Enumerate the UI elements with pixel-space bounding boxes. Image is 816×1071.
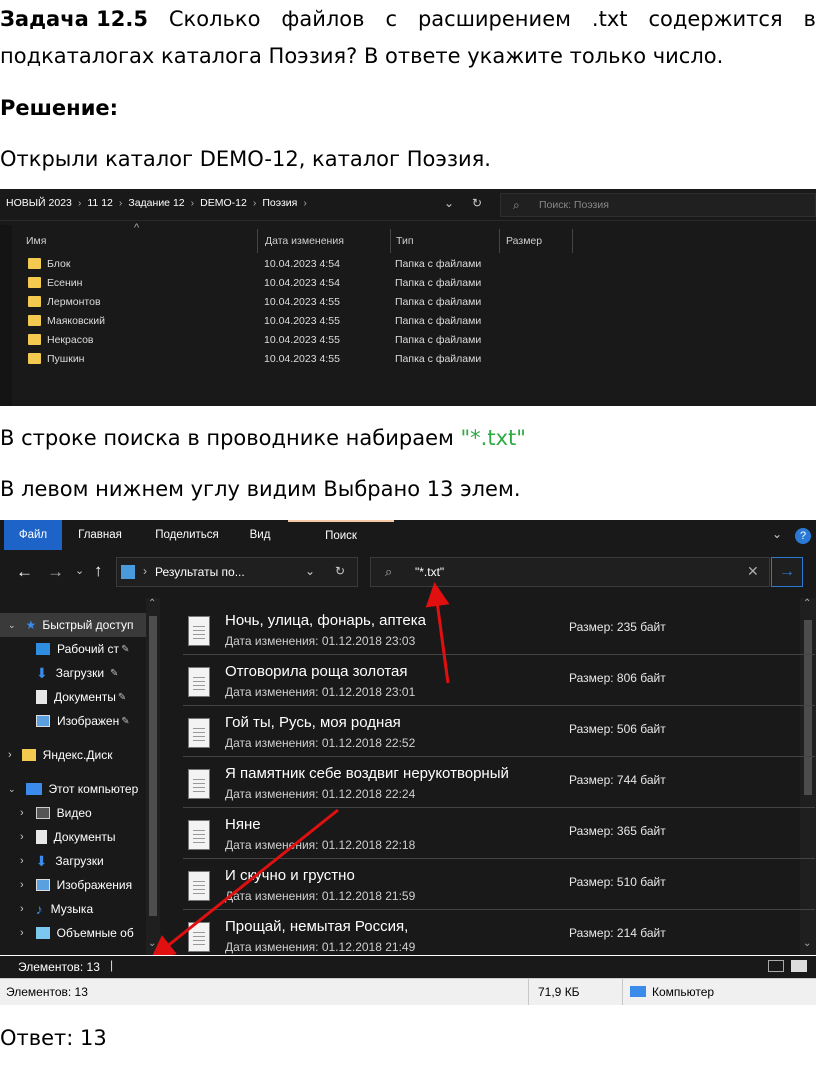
status-location: Компьютер [652,985,715,999]
column-divider[interactable] [499,229,500,253]
step-2-query: "*.txt" [460,426,526,450]
folder-row[interactable]: Пушкин 10.04.2023 4:55 Папка с файлами [28,349,588,368]
explorer-poetry-window: НОВЫЙ 2023 › 11 12 › Задание 12 › DEMO-12 › … [0,189,816,406]
chevron-right-icon: › [252,197,257,209]
folder-name: Маяковский [47,314,105,327]
chevron-right-icon: › [190,197,195,209]
task-word: .txt [591,7,628,31]
task-word: содержится [648,7,783,31]
computer-icon [630,986,646,997]
column-divider[interactable] [572,229,573,253]
column-divider[interactable] [390,229,391,253]
nav-pane-edge [0,225,12,406]
status-bar-light: Элементов: 13 71,9 КБ Компьютер [0,978,816,1005]
folder-list: Блок 10.04.2023 4:54 Папка с файлами Есени… [28,254,588,368]
task-word: файлов [281,7,365,31]
folder-name: Есенин [47,276,83,289]
chevron-right-icon: › [118,197,123,209]
task-word: расширением [417,7,571,31]
step-2-prefix: В строке поиска в проводнике набираем [0,426,461,450]
folder-row[interactable]: Лермонтов 10.04.2023 4:55 Папка с файлами [28,292,588,311]
folder-row[interactable]: Блок 10.04.2023 4:54 Папка с файлами [28,254,588,273]
task-line-1: Задача 12.5 Сколько файлов с расширением… [0,6,816,32]
status-count: Элементов: 13 [6,985,88,999]
column-size[interactable]: Размер [506,235,542,255]
folder-row[interactable]: Некрасов 10.04.2023 4:55 Папка с файлами [28,330,588,349]
step-3-text: В левом нижнем углу видим Выбрано 13 эле… [0,477,521,501]
task-word: с [385,7,397,31]
chevron-right-icon: › [77,197,82,209]
address-bar: НОВЫЙ 2023 › 11 12 › Задание 12 › DEMO-12 › … [0,189,816,221]
tiles-view-icon[interactable] [791,960,807,972]
folder-row[interactable]: Маяковский 10.04.2023 4:55 Папка с файлами [28,311,588,330]
step-2-text: В строке поиска в проводнике набираем "*… [0,425,526,451]
folder-name: Пушкин [47,352,85,365]
folder-name: Лермонтов [47,295,101,308]
folder-date: 10.04.2023 4:54 [264,257,340,270]
folder-icon [28,353,41,364]
explorer-search-window: Файл Главная Поделиться Вид Поиск ⌄ ? ← … [0,520,816,955]
item-count: Элементов: 13 [18,960,100,974]
task-line-2: подкаталогах каталога Поэзия? В ответе у… [0,44,724,68]
step-1-text: Открыли каталог DEMO-12, каталог Поэзия. [0,147,491,171]
folder-type: Папка с файлами [395,333,482,346]
breadcrumb-item[interactable]: Задание 12 [128,197,184,209]
folder-icon [28,296,41,307]
search-placeholder: Поиск: Поэзия [539,199,609,211]
task-word: Сколько [168,7,261,31]
chevron-down-icon[interactable]: ⌄ [444,196,454,210]
folder-name: Некрасов [47,333,94,346]
breadcrumb: НОВЫЙ 2023 › 11 12 › Задание 12 › DEMO-12 › … [6,197,307,209]
folder-icon [28,277,41,288]
column-divider[interactable] [257,229,258,253]
breadcrumb-item[interactable]: 11 12 [87,197,113,209]
details-view-icon[interactable] [768,960,784,972]
folder-date: 10.04.2023 4:55 [264,295,340,308]
folder-type: Папка с файлами [395,352,482,365]
column-name[interactable]: Имя [26,235,46,255]
breadcrumb-item[interactable]: DEMO-12 [200,197,247,209]
breadcrumb-item[interactable]: Поэзия [262,197,297,209]
solution-heading: Решение: [0,96,119,120]
divider [528,979,529,1005]
status-bar-dark: Элементов: 13 | [0,956,816,978]
folder-date: 10.04.2023 4:55 [264,314,340,327]
folder-date: 10.04.2023 4:54 [264,276,340,289]
arrow-to-status [150,808,339,955]
folder-type: Папка с файлами [395,257,482,270]
column-type[interactable]: Тип [396,235,414,255]
arrow-to-search [425,582,450,684]
status-size: 71,9 КБ [538,985,580,999]
breadcrumb-item[interactable]: НОВЫЙ 2023 [6,197,72,209]
text-cursor: | [110,958,114,972]
task-word: в [803,7,816,31]
chevron-right-icon: › [303,197,307,209]
folder-date: 10.04.2023 4:55 [264,352,340,365]
task-label: Задача 12.5 [0,7,148,31]
folder-type: Папка с файлами [395,295,482,308]
folder-name: Блок [47,257,71,270]
refresh-icon[interactable]: ↻ [472,196,482,210]
folder-type: Папка с файлами [395,314,482,327]
annotation-arrows [150,582,450,955]
search-input[interactable]: ⌕ Поиск: Поэзия [500,193,816,217]
column-date[interactable]: Дата изменения [265,235,344,255]
divider [622,979,623,1005]
folder-icon [28,315,41,326]
folder-icon [28,258,41,269]
folder-date: 10.04.2023 4:55 [264,333,340,346]
answer-text: Ответ: 13 [0,1026,107,1050]
folder-type: Папка с файлами [395,276,482,289]
search-icon: ⌕ [513,198,520,212]
folder-icon [28,334,41,345]
folder-row[interactable]: Есенин 10.04.2023 4:54 Папка с файлами [28,273,588,292]
sort-up-icon: ^ [134,222,140,234]
